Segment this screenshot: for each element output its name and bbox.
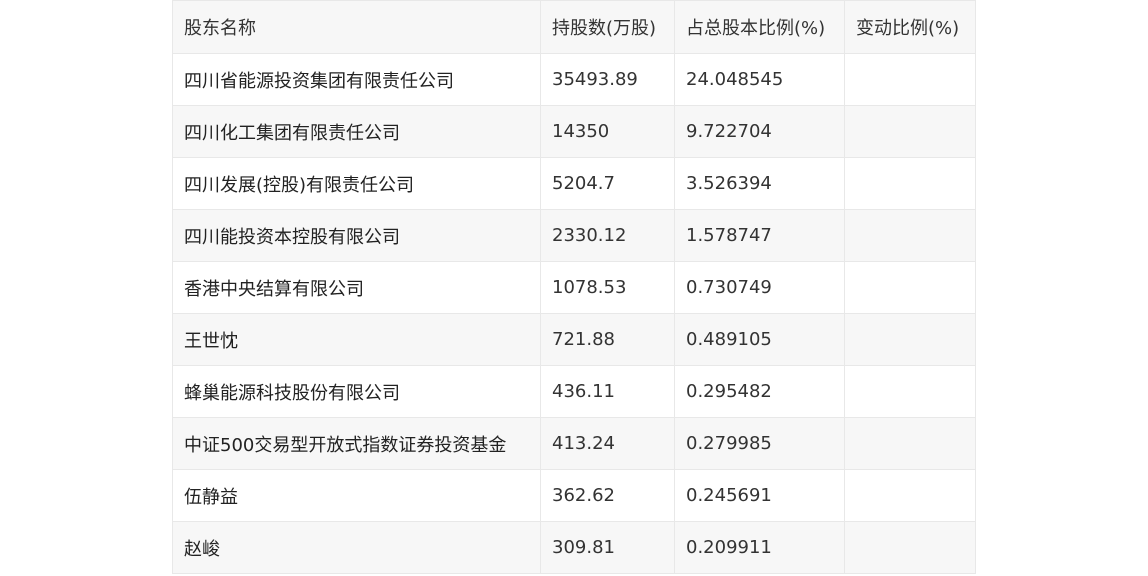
shareholder-table-container: 股东名称 持股数(万股) 占总股本比例(%) 变动比例(%) 四川省能源投资集团… <box>172 0 976 574</box>
header-shares: 持股数(万股) <box>540 0 675 54</box>
table-row: 四川能投资本控股有限公司 2330.12 1.578747 <box>172 209 976 262</box>
cell-ratio: 0.295482 <box>674 365 845 418</box>
cell-shareholder-name: 伍静益 <box>172 469 541 522</box>
table-row: 四川发展(控股)有限责任公司 5204.7 3.526394 <box>172 157 976 210</box>
cell-change <box>844 209 976 262</box>
table-row: 王世忱 721.88 0.489105 <box>172 313 976 366</box>
cell-shareholder-name: 四川省能源投资集团有限责任公司 <box>172 53 541 106</box>
cell-shares: 309.81 <box>540 521 675 574</box>
cell-ratio: 9.722704 <box>674 105 845 158</box>
cell-shares: 35493.89 <box>540 53 675 106</box>
table-header-row: 股东名称 持股数(万股) 占总股本比例(%) 变动比例(%) <box>172 0 976 54</box>
cell-ratio: 24.048545 <box>674 53 845 106</box>
cell-ratio: 3.526394 <box>674 157 845 210</box>
shareholder-table: 股东名称 持股数(万股) 占总股本比例(%) 变动比例(%) 四川省能源投资集团… <box>172 0 976 574</box>
cell-change <box>844 469 976 522</box>
cell-change <box>844 521 976 574</box>
cell-shares: 5204.7 <box>540 157 675 210</box>
cell-shares: 436.11 <box>540 365 675 418</box>
cell-change <box>844 417 976 470</box>
header-ratio: 占总股本比例(%) <box>674 0 845 54</box>
table-row: 蜂巢能源科技股份有限公司 436.11 0.295482 <box>172 365 976 418</box>
cell-change <box>844 105 976 158</box>
table-row: 四川化工集团有限责任公司 14350 9.722704 <box>172 105 976 158</box>
cell-shareholder-name: 四川化工集团有限责任公司 <box>172 105 541 158</box>
cell-shareholder-name: 四川能投资本控股有限公司 <box>172 209 541 262</box>
cell-shares: 721.88 <box>540 313 675 366</box>
table-row: 伍静益 362.62 0.245691 <box>172 469 976 522</box>
header-shareholder-name: 股东名称 <box>172 0 541 54</box>
cell-shares: 14350 <box>540 105 675 158</box>
cell-change <box>844 261 976 314</box>
cell-shareholder-name: 王世忱 <box>172 313 541 366</box>
cell-ratio: 0.489105 <box>674 313 845 366</box>
cell-ratio: 1.578747 <box>674 209 845 262</box>
cell-shares: 413.24 <box>540 417 675 470</box>
cell-change <box>844 157 976 210</box>
cell-change <box>844 365 976 418</box>
cell-ratio: 0.245691 <box>674 469 845 522</box>
cell-shareholder-name: 香港中央结算有限公司 <box>172 261 541 314</box>
cell-ratio: 0.279985 <box>674 417 845 470</box>
cell-change <box>844 53 976 106</box>
cell-ratio: 0.730749 <box>674 261 845 314</box>
cell-shareholder-name: 中证500交易型开放式指数证券投资基金 <box>172 417 541 470</box>
cell-ratio: 0.209911 <box>674 521 845 574</box>
cell-change <box>844 313 976 366</box>
table-row: 中证500交易型开放式指数证券投资基金 413.24 0.279985 <box>172 417 976 470</box>
table-row: 赵峻 309.81 0.209911 <box>172 521 976 574</box>
table-row: 香港中央结算有限公司 1078.53 0.730749 <box>172 261 976 314</box>
cell-shareholder-name: 赵峻 <box>172 521 541 574</box>
cell-shareholder-name: 蜂巢能源科技股份有限公司 <box>172 365 541 418</box>
table-row: 四川省能源投资集团有限责任公司 35493.89 24.048545 <box>172 53 976 106</box>
cell-shares: 2330.12 <box>540 209 675 262</box>
header-change: 变动比例(%) <box>844 0 976 54</box>
cell-shares: 362.62 <box>540 469 675 522</box>
cell-shares: 1078.53 <box>540 261 675 314</box>
cell-shareholder-name: 四川发展(控股)有限责任公司 <box>172 157 541 210</box>
